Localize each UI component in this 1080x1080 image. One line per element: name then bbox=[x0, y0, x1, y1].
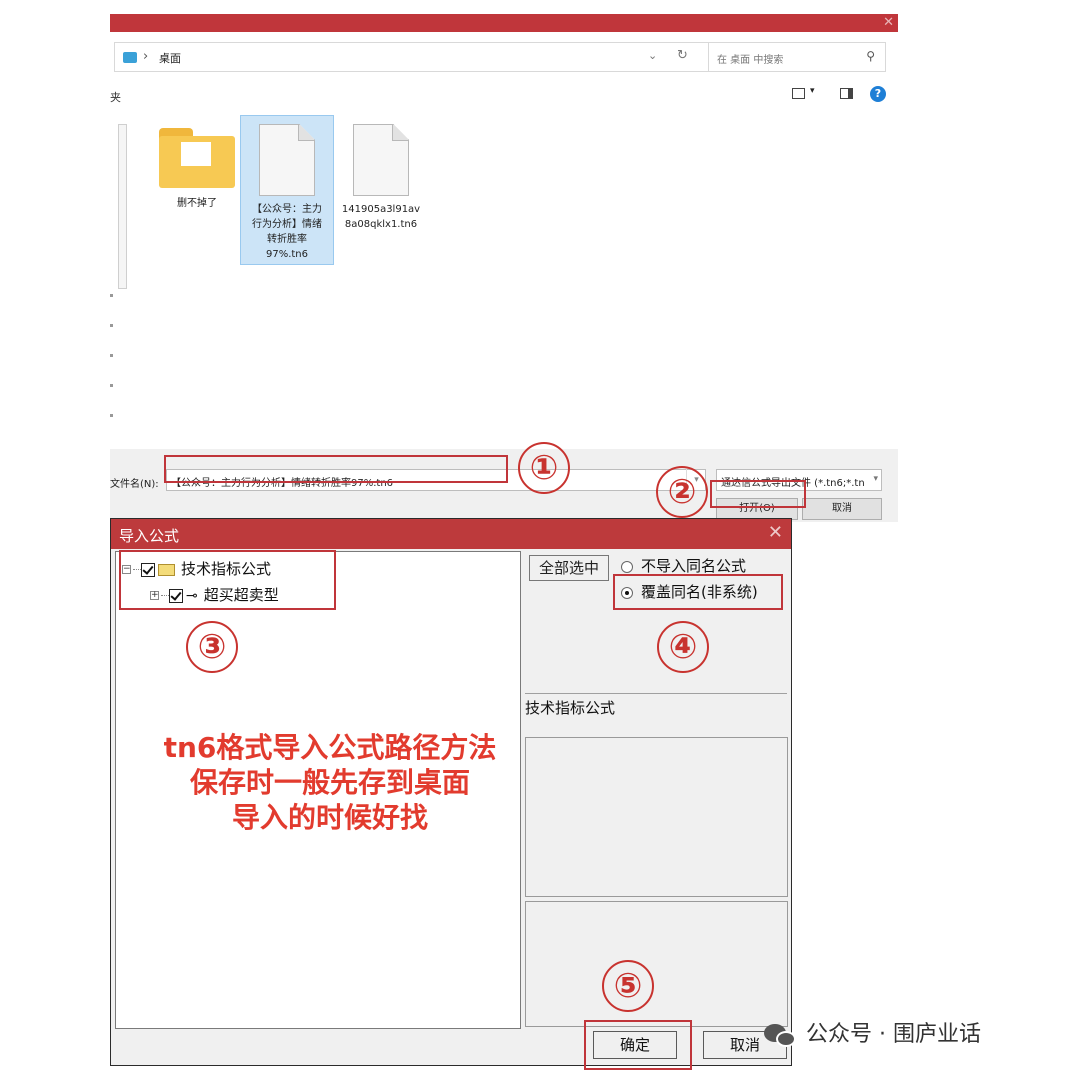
step-marker-1: ① bbox=[518, 442, 570, 494]
watermark-text: 公众号 · 围庐业话 bbox=[806, 1022, 981, 1047]
file-icon bbox=[353, 124, 409, 196]
close-icon[interactable]: ✕ bbox=[768, 522, 783, 543]
instruction-line: 保存时一般先存到桌面 bbox=[189, 766, 470, 799]
view-dropdown-icon[interactable]: ▾ bbox=[810, 86, 815, 96]
nav-pane-item[interactable] bbox=[110, 354, 113, 357]
highlight-box-filename bbox=[164, 455, 508, 483]
step-marker-2: ② bbox=[656, 466, 708, 518]
highlight-box-overwrite bbox=[613, 574, 783, 610]
view-toolbar: ▾ ? bbox=[790, 86, 890, 106]
breadcrumb-separator-icon: › bbox=[143, 49, 149, 64]
nav-pane-item[interactable] bbox=[110, 384, 113, 387]
search-icon[interactable]: ⚲ bbox=[866, 49, 875, 63]
view-mode-icon[interactable] bbox=[792, 88, 805, 99]
file-item-label: 删不掉了 bbox=[177, 198, 217, 209]
step-marker-5: ⑤ bbox=[602, 960, 654, 1012]
import-options: 全部选中 不导入同名公式 覆盖同名(非系统) bbox=[523, 551, 789, 691]
refresh-icon[interactable]: ↻ bbox=[677, 48, 688, 63]
step-marker-4: ④ bbox=[657, 621, 709, 673]
folder-icon bbox=[159, 128, 235, 188]
file-item-label-line: 行为分析】情绪 bbox=[252, 219, 322, 230]
file-item-folder[interactable]: 删不掉了 bbox=[150, 116, 244, 266]
dialog-title: 导入公式 bbox=[119, 527, 180, 545]
formula-description-panel bbox=[525, 737, 788, 897]
file-dialog-titlebar: ✕ bbox=[110, 14, 898, 32]
nav-pane-item[interactable] bbox=[110, 414, 113, 417]
watermark: 公众号 · 围庐业话 bbox=[764, 1016, 1064, 1050]
chevron-down-icon[interactable]: ▾ bbox=[873, 474, 878, 484]
file-item-label-line: 转折胜率 bbox=[267, 234, 307, 245]
nav-pane bbox=[110, 114, 130, 449]
file-item-selected[interactable]: 【公众号：主力 行为分析】情绪 转折胜率 97%.tn6 bbox=[240, 115, 334, 265]
select-all-button[interactable]: 全部选中 bbox=[529, 555, 609, 581]
preview-pane-icon[interactable] bbox=[840, 88, 853, 99]
close-icon[interactable]: ✕ bbox=[883, 14, 894, 32]
file-item[interactable]: 141905a3l91av 8a08qklx1.tn6 bbox=[334, 116, 428, 266]
search-placeholder: 在 桌面 中搜索 bbox=[717, 55, 784, 66]
divider bbox=[525, 693, 787, 694]
filename-label: 文件名(N): bbox=[110, 479, 159, 490]
file-item-label-line: 8a08qklx1.tn6 bbox=[344, 219, 418, 230]
help-icon[interactable]: ? bbox=[870, 86, 886, 102]
file-item-label-line: 97%.tn6 bbox=[265, 249, 309, 260]
highlight-box-ok bbox=[584, 1020, 692, 1070]
instruction-note: tn6格式导入公式路径方法 保存时一般先存到桌面 导入的时候好找 bbox=[150, 730, 510, 835]
instruction-line: tn6格式导入公式路径方法 bbox=[163, 731, 497, 764]
radio-skip-duplicates[interactable]: 不导入同名公式 bbox=[621, 555, 746, 576]
file-item-label-line: 【公众号：主力 bbox=[252, 204, 322, 215]
step-marker-3: ③ bbox=[186, 621, 238, 673]
search-input[interactable]: 在 桌面 中搜索 ⚲ bbox=[708, 42, 886, 72]
radio-label: 不导入同名公式 bbox=[641, 557, 747, 575]
file-icon bbox=[259, 124, 315, 196]
file-item-label-line: 141905a3l91av bbox=[341, 204, 421, 215]
instruction-line: 导入的时候好找 bbox=[231, 801, 428, 834]
file-open-dialog: ✕ › 桌面 ⌄ ↻ 在 桌面 中搜索 ⚲ 夹 ▾ ? 删不掉了 【公众号：主力… bbox=[110, 14, 898, 522]
nav-pane-item[interactable] bbox=[110, 294, 113, 297]
import-dialog-titlebar: 导入公式 ✕ bbox=[111, 519, 791, 549]
computer-icon bbox=[123, 52, 137, 63]
new-folder-label[interactable]: 夹 bbox=[110, 89, 121, 105]
nav-pane-item[interactable] bbox=[110, 324, 113, 327]
chevron-down-icon[interactable]: ⌄ bbox=[648, 49, 657, 62]
radio-button[interactable] bbox=[621, 560, 633, 573]
cancel-button[interactable]: 取消 bbox=[802, 498, 882, 520]
wechat-icon bbox=[764, 1022, 798, 1048]
address-path: 桌面 bbox=[159, 52, 181, 65]
file-list: 删不掉了 【公众号：主力 行为分析】情绪 转折胜率 97%.tn6 141905… bbox=[130, 114, 898, 449]
highlight-box-tree bbox=[119, 550, 336, 610]
address-bar[interactable]: › 桌面 ⌄ ↻ bbox=[114, 42, 774, 72]
highlight-box-open bbox=[710, 480, 806, 508]
category-label: 技术指标公式 bbox=[525, 699, 616, 717]
formula-detail-panel bbox=[525, 901, 788, 1027]
